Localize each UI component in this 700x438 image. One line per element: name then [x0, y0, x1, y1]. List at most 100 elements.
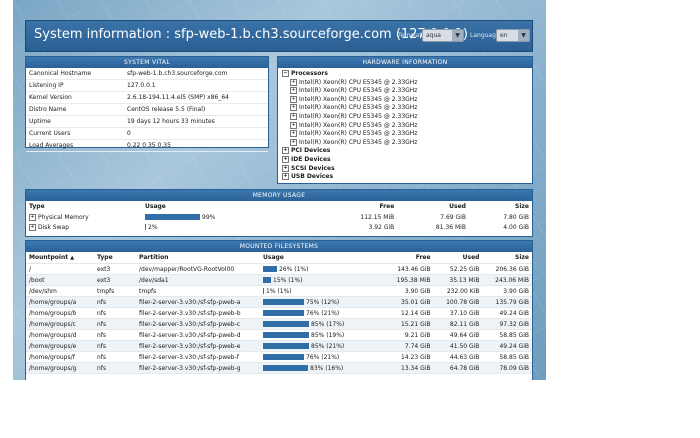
mem-type[interactable]: + Physical Memory	[26, 212, 142, 222]
fs-used: 41.50 GiB	[433, 340, 483, 352]
device-node[interactable]: + USB Devices	[282, 173, 528, 182]
plus-icon[interactable]: +	[282, 147, 289, 155]
col-fsused[interactable]: Used	[433, 252, 483, 264]
plus-icon[interactable]: +	[290, 78, 297, 86]
mem-size: 4.00 GiB	[503, 223, 529, 231]
fs-type: nfs	[94, 318, 136, 330]
plus-icon[interactable]: +	[290, 121, 297, 129]
cpu-label: Intel(R) Xeon(R) CPU E5345 @ 2.33GHz	[299, 78, 418, 86]
cpu-item[interactable]: + Intel(R) Xeon(R) CPU E5345 @ 2.33GHz	[282, 87, 528, 96]
fs-type: nfs	[94, 340, 136, 352]
col-partition[interactable]: Partition	[136, 252, 260, 264]
fs-used: 100.78 GiB	[433, 296, 483, 308]
fs-partition: filer-2-server-3.v30:/sf-sfp-pweb-c	[136, 318, 260, 330]
fs-free: 35.01 GiB	[384, 296, 434, 308]
fs-used: 35.13 MiB	[433, 274, 483, 286]
fs-mountpoint: /dev/shm	[26, 285, 94, 297]
plus-icon[interactable]: +	[290, 104, 297, 112]
fs-partition: filer-2-server-3.v30:/sf-sfp-pweb-d	[136, 329, 260, 341]
col-fstype[interactable]: Type	[94, 252, 136, 264]
fs-free: 14.23 GiB	[384, 351, 434, 363]
col-fssize[interactable]: Size	[482, 252, 532, 264]
cpu-label: Intel(R) Xeon(R) CPU E5345 @ 2.33GHz	[299, 121, 418, 129]
plus-icon[interactable]: +	[290, 130, 297, 138]
memory-panel: MEMORY USAGE Type Usage Free Used Size +…	[25, 189, 533, 237]
usage-label: 85% (17%)	[311, 320, 345, 328]
memory-title: MEMORY USAGE	[26, 190, 532, 201]
usage-cell: 2%	[142, 222, 318, 232]
mem-used: 7.69 GiB	[440, 213, 466, 221]
usage-bar	[145, 224, 146, 230]
device-label: USB Devices	[291, 173, 334, 181]
fs-mountpoint: /	[26, 263, 94, 275]
device-node[interactable]: + SCSI Devices	[282, 164, 528, 174]
mem-size: 7.80 GiB	[503, 213, 529, 221]
fs-type: nfs	[94, 329, 136, 341]
vital-key: Load Averages	[26, 139, 124, 152]
hardware-tree: − Processors + Intel(R) Xeon(R) CPU E5345 …	[278, 68, 532, 184]
cpu-item[interactable]: + Intel(R) Xeon(R) CPU E5345 @ 2.33GHz	[282, 121, 528, 131]
plus-icon[interactable]: +	[282, 164, 289, 172]
usage-bar	[263, 266, 277, 272]
col-fsusage[interactable]: Usage	[260, 252, 384, 264]
sort-icon[interactable]: ▲	[70, 255, 74, 261]
vital-key: Distro Name	[26, 103, 124, 116]
fs-mountpoint: /home/groups/g	[26, 362, 94, 374]
fs-size: 58.85 GiB	[482, 329, 532, 341]
vital-key: Uptime	[26, 115, 124, 128]
plus-icon[interactable]: +	[290, 138, 297, 146]
cpu-item[interactable]: + Intel(R) Xeon(R) CPU E5345 @ 2.33GHz	[282, 95, 528, 105]
cpu-item[interactable]: + Intel(R) Xeon(R) CPU E5345 @ 2.33GHz	[282, 112, 528, 122]
vital-row: Kernel Version 2.6.18-194.11.4.el5 (SMP) …	[26, 91, 268, 104]
plus-icon[interactable]: +	[282, 173, 289, 181]
usage-cell: 15% (1%)	[260, 274, 384, 286]
fs-type: ext3	[94, 274, 136, 286]
table-row: /boot ext3/dev/sda1 15% (1%) 195.38 MiB 35.1…	[26, 274, 532, 286]
plus-icon[interactable]: +	[290, 112, 297, 120]
usage-bar	[263, 332, 309, 338]
plus-icon[interactable]: +	[290, 95, 297, 103]
device-node[interactable]: + PCI Devices	[282, 147, 528, 156]
template-select[interactable]: aqua ▼	[422, 29, 464, 42]
fs-partition: /dev/mapper/RootVG-RootVol00	[136, 263, 260, 275]
cpu-item[interactable]: + Intel(R) Xeon(R) CPU E5345 @ 2.33GHz	[282, 130, 528, 139]
fs-free: 9.21 GiB	[384, 329, 434, 341]
table-row: /home/groups/b nfs filer-2-server-3.v30:/s…	[26, 307, 532, 319]
usage-cell: 76% (21%)	[260, 351, 384, 363]
table-row: /home/groups/g nfs filer-2-server-3.v30:/s…	[26, 362, 532, 374]
fs-used: 232.00 KiB	[433, 285, 483, 297]
fs-partition: tmpfs	[136, 285, 260, 297]
mem-type[interactable]: + Disk Swap	[26, 222, 142, 232]
vital-row: Current Users 0	[26, 127, 268, 140]
language-select[interactable]: en ▼	[496, 29, 530, 42]
fs-size: 58.85 GiB	[482, 351, 532, 363]
plus-icon[interactable]: +	[282, 155, 289, 163]
filesystems-table: Mountpoint ▲ Type Partition Usage Free U…	[26, 252, 532, 374]
usage-label: 1% (1%)	[266, 287, 292, 295]
fs-partition: filer-2-server-3.v30:/sf-sfp-pweb-a	[136, 296, 260, 308]
table-row: /home/groups/a nfs filer-2-server-3.v30:/s…	[26, 296, 532, 308]
plus-icon[interactable]: +	[29, 223, 36, 231]
plus-icon[interactable]: +	[290, 87, 297, 95]
cpu-item[interactable]: + Intel(R) Xeon(R) CPU E5345 @ 2.33GHz	[282, 78, 528, 88]
cpu-label: Intel(R) Xeon(R) CPU E5345 @ 2.33GHz	[299, 95, 418, 103]
cpu-label: Intel(R) Xeon(R) CPU E5345 @ 2.33GHz	[299, 104, 418, 112]
col-free: Free	[379, 203, 395, 210]
fs-mountpoint: /boot	[26, 274, 94, 286]
vital-key: Kernel Version	[26, 91, 124, 104]
memory-table: Type Usage Free Used Size + Physical Memo…	[26, 201, 532, 232]
minus-icon[interactable]: −	[282, 70, 289, 77]
usage-bar	[145, 214, 200, 220]
col-mountpoint[interactable]: Mountpoint ▲	[26, 252, 94, 264]
usage-label: 76% (21%)	[306, 309, 340, 317]
cpu-item[interactable]: + Intel(R) Xeon(R) CPU E5345 @ 2.33GHz	[282, 104, 528, 113]
fs-type: nfs	[94, 307, 136, 319]
col-fsfree[interactable]: Free	[384, 252, 434, 264]
processors-node[interactable]: − Processors	[282, 70, 528, 79]
usage-label: 26% (1%)	[279, 265, 309, 273]
plus-icon[interactable]: +	[29, 213, 36, 221]
cpu-item[interactable]: + Intel(R) Xeon(R) CPU E5345 @ 2.33GHz	[282, 138, 528, 148]
vital-value: 2.6.18-194.11.4.el5 (SMP) x86_64	[124, 91, 268, 104]
device-node[interactable]: + IDE Devices	[282, 155, 528, 165]
usage-bar	[263, 343, 309, 349]
